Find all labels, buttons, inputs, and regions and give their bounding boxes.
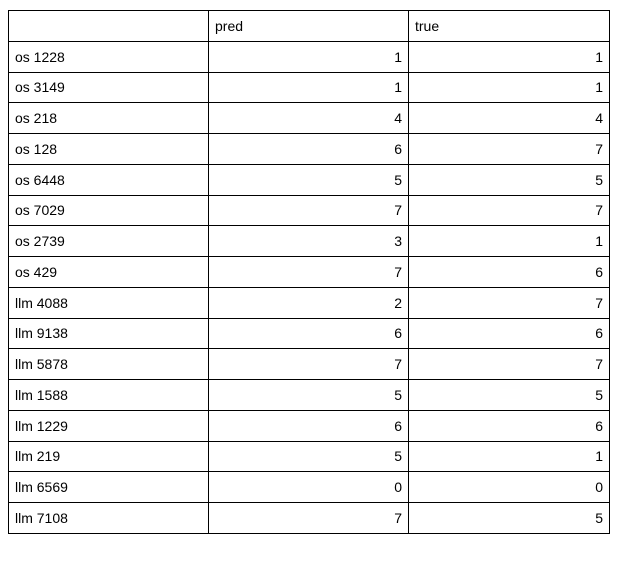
header-cell-pred: pred [208, 10, 409, 42]
pred-value-cell: 3 [208, 225, 409, 257]
row-label-cell: os 6448 [8, 163, 209, 196]
true-value-cell: 1 [408, 40, 610, 73]
row-label-cell: os 429 [8, 256, 209, 288]
header-row: pred true [8, 10, 610, 42]
pred-value-cell: 6 [208, 317, 409, 350]
row-label-cell: os 3149 [8, 71, 209, 104]
pred-value-cell: 6 [208, 409, 409, 442]
true-value-cell: 5 [408, 379, 610, 411]
pred-value-cell: 7 [208, 348, 409, 380]
table-row: os 218 4 4 [8, 102, 610, 134]
table-row: llm 7108 7 5 [8, 502, 610, 534]
row-label-cell: os 1228 [8, 40, 209, 73]
pred-value-cell: 6 [208, 133, 409, 165]
pred-value-cell: 7 [208, 256, 409, 288]
true-value-cell: 7 [408, 348, 610, 380]
true-value-cell: 6 [408, 409, 610, 442]
pred-value-cell: 5 [208, 163, 409, 196]
true-value-cell: 1 [408, 440, 610, 473]
row-label-cell: llm 5878 [8, 348, 209, 380]
row-label-cell: llm 9138 [8, 317, 209, 350]
row-label-cell: os 128 [8, 133, 209, 165]
table-row: os 3149 1 1 [8, 71, 610, 104]
true-value-cell: 0 [408, 471, 610, 503]
true-value-cell: 1 [408, 71, 610, 104]
table-row: llm 219 5 1 [8, 440, 610, 473]
true-value-cell: 1 [408, 225, 610, 257]
true-value-cell: 7 [408, 286, 610, 319]
true-value-cell: 6 [408, 317, 610, 350]
true-value-cell: 7 [408, 194, 610, 227]
row-label-cell: os 7029 [8, 194, 209, 227]
table-row: llm 6569 0 0 [8, 471, 610, 503]
row-label-cell: os 218 [8, 102, 209, 134]
row-label-cell: llm 6569 [8, 471, 209, 503]
table-row: os 6448 5 5 [8, 163, 610, 196]
true-value-cell: 4 [408, 102, 610, 134]
header-cell-true: true [408, 10, 610, 42]
pred-value-cell: 7 [208, 194, 409, 227]
pred-value-cell: 0 [208, 471, 409, 503]
true-value-cell: 5 [408, 163, 610, 196]
table-row: llm 5878 7 7 [8, 348, 610, 380]
pred-value-cell: 4 [208, 102, 409, 134]
table-row: os 7029 7 7 [8, 194, 610, 227]
pred-value-cell: 2 [208, 286, 409, 319]
pred-value-cell: 7 [208, 502, 409, 534]
table-row: os 1228 1 1 [8, 40, 610, 73]
true-value-cell: 5 [408, 502, 610, 534]
row-label-cell: llm 4088 [8, 286, 209, 319]
table-row: os 429 7 6 [8, 256, 610, 288]
header-cell-label [8, 10, 209, 42]
data-table: pred true os 1228 1 1 os 3149 1 1 os 218 4 4 os 1… [8, 10, 610, 534]
table-body: os 1228 1 1 os 3149 1 1 os 218 4 4 os 128 6 7 os 644… [8, 40, 610, 534]
pred-value-cell: 1 [208, 71, 409, 104]
pred-value-cell: 5 [208, 379, 409, 411]
true-value-cell: 7 [408, 133, 610, 165]
row-label-cell: llm 1229 [8, 409, 209, 442]
pred-value-cell: 1 [208, 40, 409, 73]
row-label-cell: llm 1588 [8, 379, 209, 411]
true-value-cell: 6 [408, 256, 610, 288]
table-row: llm 9138 6 6 [8, 317, 610, 350]
row-label-cell: llm 219 [8, 440, 209, 473]
pred-value-cell: 5 [208, 440, 409, 473]
table-row: llm 4088 2 7 [8, 286, 610, 319]
row-label-cell: llm 7108 [8, 502, 209, 534]
table-row: llm 1229 6 6 [8, 409, 610, 442]
row-label-cell: os 2739 [8, 225, 209, 257]
table-row: os 2739 3 1 [8, 225, 610, 257]
table-row: llm 1588 5 5 [8, 379, 610, 411]
table-row: os 128 6 7 [8, 133, 610, 165]
